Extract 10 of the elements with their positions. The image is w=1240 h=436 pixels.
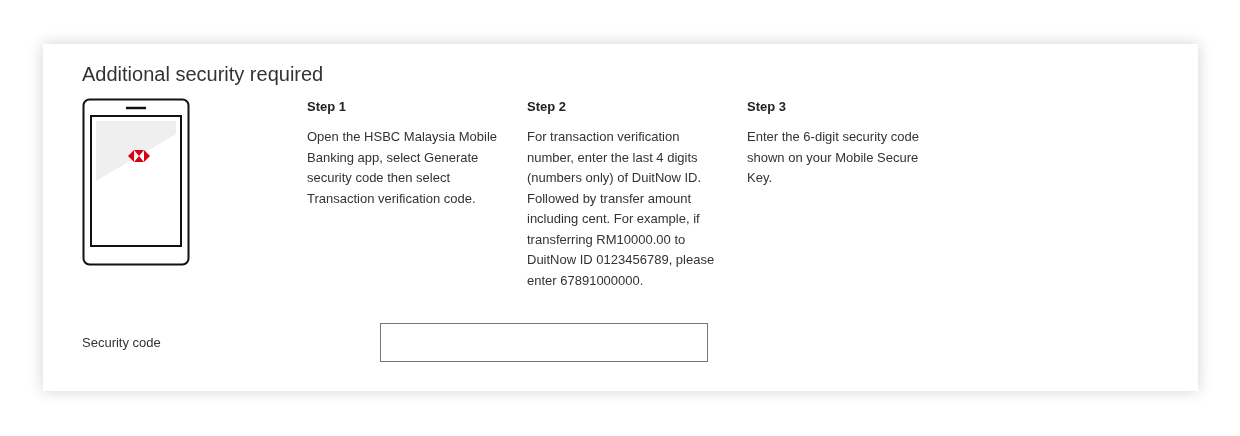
page-title: Additional security required bbox=[82, 62, 325, 87]
step-instructions: Enter the 6-digit security code shown on your Mobile Secure Key. bbox=[747, 128, 920, 187]
step-heading: Step 2 bbox=[527, 99, 567, 115]
step-instructions: For transaction verification number, enter the last 4 digits (numbers only) of DuitNow ID. Followed by transfer amount including cent. For example, if transferring RM10000.00 to DuitNow ID 0123456789, please enter 67891000000. bbox=[527, 128, 716, 290]
step-heading: Step 1 bbox=[307, 99, 347, 115]
step-heading: Step 3 bbox=[747, 99, 787, 115]
security-code-field[interactable] bbox=[380, 323, 708, 362]
field-label: Security code bbox=[82, 335, 162, 350]
step-instructions: Open the HSBC Malaysia Mobile Banking app, select Generate security code then select Transaction verification code. bbox=[307, 128, 499, 208]
phone-icon bbox=[82, 98, 190, 266]
